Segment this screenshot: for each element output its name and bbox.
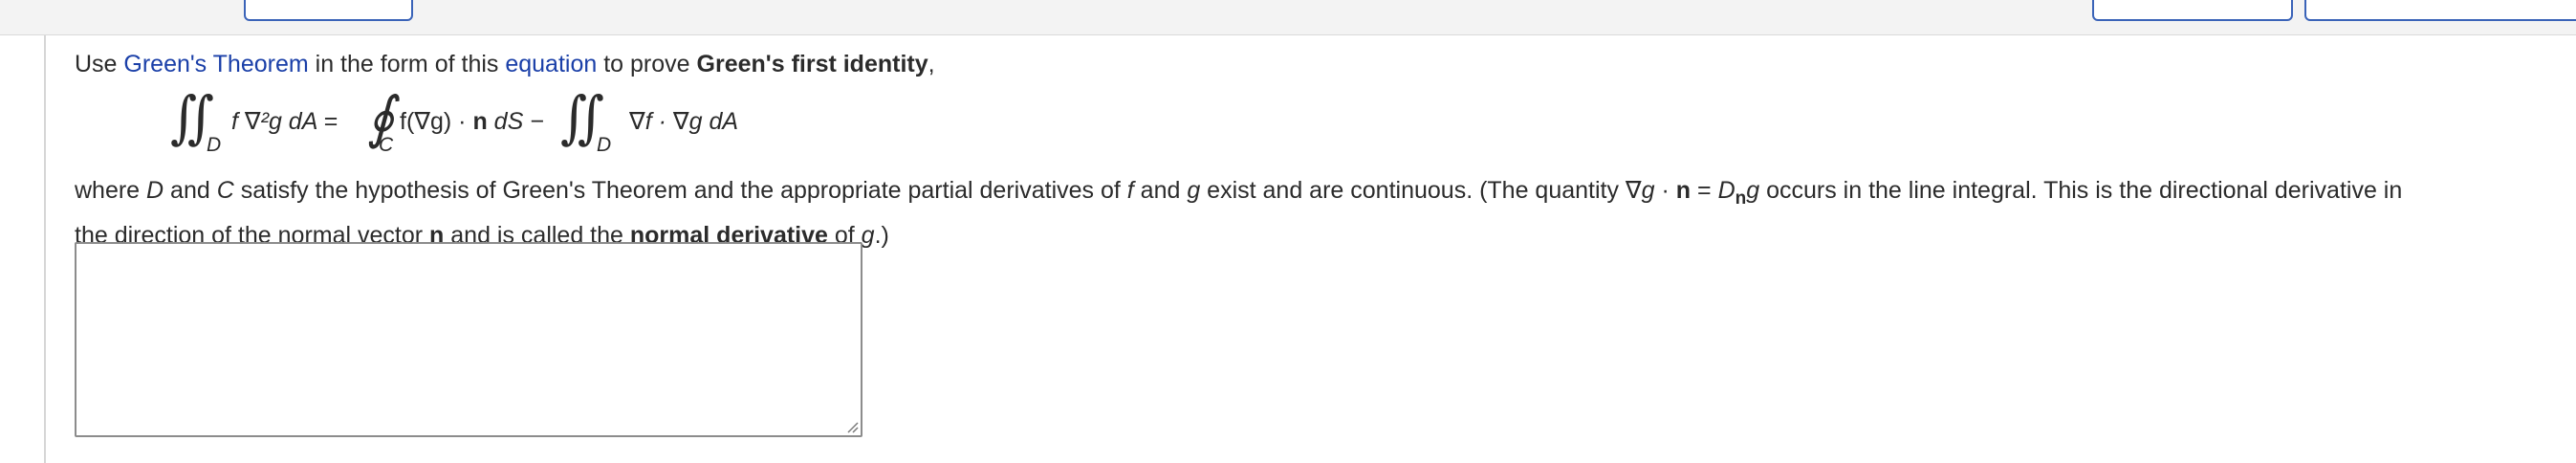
intro-text-prove: to prove (597, 51, 697, 77)
question-intro: Use Green's Theorem in the form of this … (75, 46, 2576, 82)
lhs-integrand: f ∇²g dA = (231, 108, 338, 135)
para-and-1: and (164, 177, 217, 204)
middle-term-b: dS − (487, 108, 544, 135)
para-g-3: g (861, 222, 875, 249)
para-g-2: g (1641, 177, 1655, 204)
middle-term-n: n (472, 108, 488, 135)
question-left-border (44, 35, 46, 463)
para-text-2: satisfy the hypothesis of Green's Theore… (233, 177, 1127, 204)
para-eq: = (1691, 177, 1718, 204)
para-text-1: where (75, 177, 147, 204)
top-toolbar-strip (0, 0, 2576, 35)
subscript-C: C (379, 134, 394, 156)
intro-text-form: in the form of this (308, 51, 506, 77)
para-Dn-sub: n (1735, 188, 1747, 209)
middle-term: f(∇g) · n dS − (400, 107, 544, 136)
equation-link[interactable]: equation (505, 51, 597, 77)
para-D: D (146, 177, 164, 204)
identity-name: Green's first identity (696, 51, 928, 77)
para-g: g (1187, 177, 1201, 204)
para-Dn-g: g (1746, 177, 1760, 204)
para-text-3: exist and are continuous. (The quantity … (1200, 177, 1642, 204)
toolbar-button-right-1[interactable] (2092, 0, 2293, 21)
rhs-integrand: ∇f · ∇g dA (629, 108, 739, 135)
para-text-4: occurs in the line integral. This is the… (1759, 177, 2403, 204)
answer-textarea[interactable] (75, 242, 862, 437)
para-C: C (216, 177, 234, 204)
subscript-D-lhs: D (207, 134, 222, 156)
middle-term-a: f(∇g) · (400, 108, 473, 135)
toolbar-button-left[interactable] (244, 0, 413, 21)
intro-text-use: Use (75, 51, 124, 77)
resize-grip-icon[interactable] (845, 420, 859, 433)
para-Dn-D: D (1717, 177, 1736, 204)
explanation-line-1: where D and C satisfy the hypothesis of … (75, 172, 2402, 217)
para-and-2: and (1133, 177, 1188, 204)
para-dot: · (1654, 177, 1676, 204)
para-text-8: .) (874, 222, 889, 249)
intro-comma: , (928, 51, 935, 77)
toolbar-button-right-2[interactable] (2304, 0, 2576, 21)
para-f: f (1126, 177, 1134, 204)
para-n: n (1675, 177, 1692, 204)
subscript-D-rhs: D (597, 134, 612, 156)
greens-theorem-link[interactable]: Green's Theorem (123, 51, 308, 77)
